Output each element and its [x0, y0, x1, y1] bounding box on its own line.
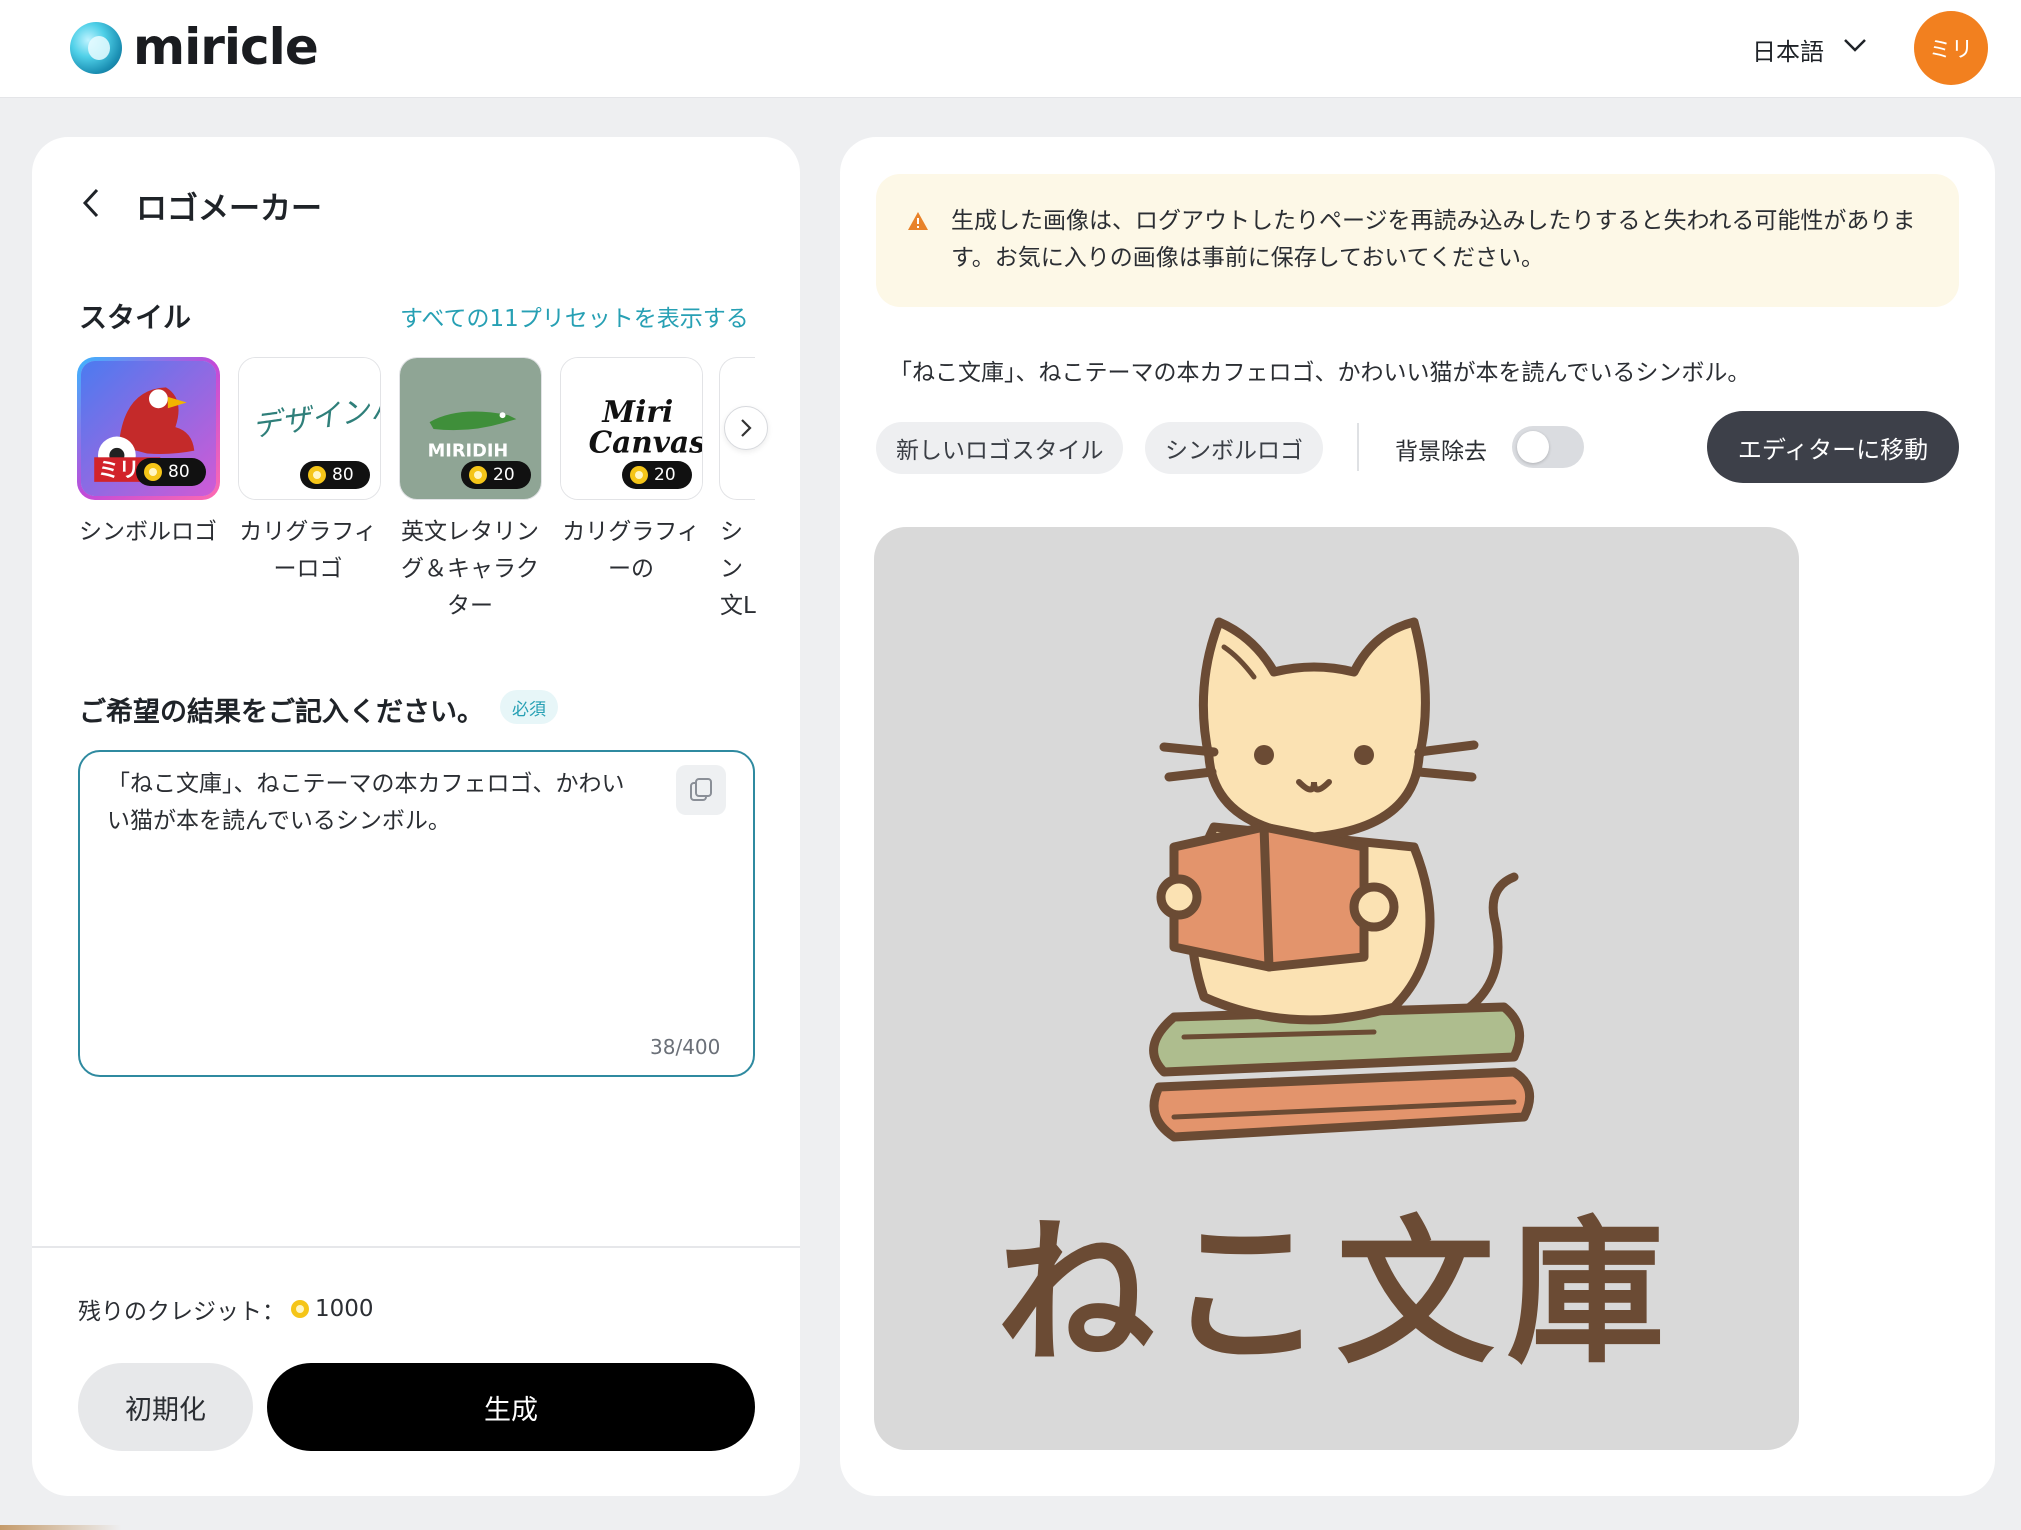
- brand-logo[interactable]: miricle: [133, 18, 319, 76]
- copy-button[interactable]: [676, 765, 726, 815]
- required-badge: 必須: [500, 690, 558, 724]
- coin-icon: [291, 1300, 309, 1318]
- credits-label: 残りのクレジット：: [78, 1299, 285, 1325]
- preset-label: カリグラフィーの: [562, 519, 700, 582]
- coin-icon: [144, 463, 162, 481]
- divider: [1357, 423, 1359, 471]
- chevron-right-icon: [741, 419, 752, 437]
- user-avatar[interactable]: ミリ: [1914, 11, 1988, 85]
- preset-label: カリグラフィーロゴ: [239, 519, 377, 582]
- preset-label: 英文レタリング＆キャラクター: [401, 519, 539, 619]
- chevron-left-icon[interactable]: [80, 186, 102, 220]
- remaining-credits: 残りのクレジット： 1000: [78, 1292, 374, 1326]
- chip-symbol-logo[interactable]: シンボルロゴ: [1145, 422, 1323, 474]
- chip-new-logo-style[interactable]: 新しいロゴスタイル: [876, 422, 1124, 474]
- go-to-editor-button[interactable]: エディターに移動: [1707, 411, 1959, 483]
- page-title: ロゴメーカー: [136, 191, 322, 227]
- preset-label: シンボルロゴ: [79, 519, 217, 545]
- generated-logo-text: ねこ文庫: [996, 1202, 1677, 1386]
- preset-label: シン文L: [720, 519, 756, 619]
- preset-tile-lettering-character[interactable]: MIRIDIH 20: [399, 357, 542, 500]
- copy-icon: [690, 778, 712, 801]
- prompt-input-value[interactable]: 「ねこ文庫」、ねこテーマの本カフェロゴ、かわいい猫が本を読んでいるシンボル。: [107, 766, 647, 840]
- style-section-label: スタイル: [79, 301, 192, 334]
- credit-cost: 80: [168, 462, 190, 482]
- prompt-label: ご希望の結果をご記入ください。: [79, 697, 484, 728]
- coin-icon: [469, 466, 487, 484]
- warning-triangle-icon: [908, 212, 928, 230]
- credit-cost: 20: [493, 465, 515, 485]
- credit-cost-badge: 80: [136, 458, 206, 486]
- language-selector[interactable]: 日本語: [1752, 32, 1824, 67]
- credits-value: 1000: [315, 1296, 374, 1322]
- preset-art-text: Canvas: [589, 425, 702, 460]
- coin-icon: [308, 466, 326, 484]
- character-counter: 38/400: [650, 1035, 721, 1059]
- miricle-orb-icon: [70, 22, 122, 74]
- window-bottom-edge: [0, 1525, 2021, 1530]
- notice-text: 生成した画像は、ログアウトしたりページを再読み込みしたりすると失われる可能性があ…: [951, 208, 1916, 271]
- preset-tile-calligraphy[interactable]: Miri Canvas 20: [560, 357, 703, 500]
- reset-button[interactable]: 初期化: [78, 1363, 253, 1451]
- credit-cost: 80: [332, 465, 354, 485]
- preset-tile-symbol-logo[interactable]: ミリエ 80: [77, 357, 220, 500]
- credit-cost-badge: 80: [300, 461, 370, 489]
- view-all-presets-link[interactable]: すべての11プリセットを表示する: [400, 299, 749, 333]
- generate-button[interactable]: 生成: [267, 1363, 755, 1451]
- divider: [32, 1246, 800, 1248]
- preset-art-text: MIRIDIH: [428, 442, 509, 462]
- preset-tile-calligraphy-logo[interactable]: デザインハブ 80: [238, 357, 381, 500]
- credit-cost: 20: [654, 465, 676, 485]
- prompt-display: 「ねこ文庫」、ねこテーマの本カフェロゴ、かわいい猫が本を読んでいるシンボル。: [889, 360, 1751, 386]
- chevron-down-icon[interactable]: [1842, 32, 1868, 58]
- carousel-next-button[interactable]: [724, 406, 768, 450]
- credit-cost-badge: 20: [622, 461, 692, 489]
- credit-cost-badge: 20: [461, 461, 531, 489]
- coin-icon: [630, 466, 648, 484]
- background-removal-label: 背景除去: [1395, 439, 1487, 465]
- toggle-knob[interactable]: [1517, 431, 1549, 463]
